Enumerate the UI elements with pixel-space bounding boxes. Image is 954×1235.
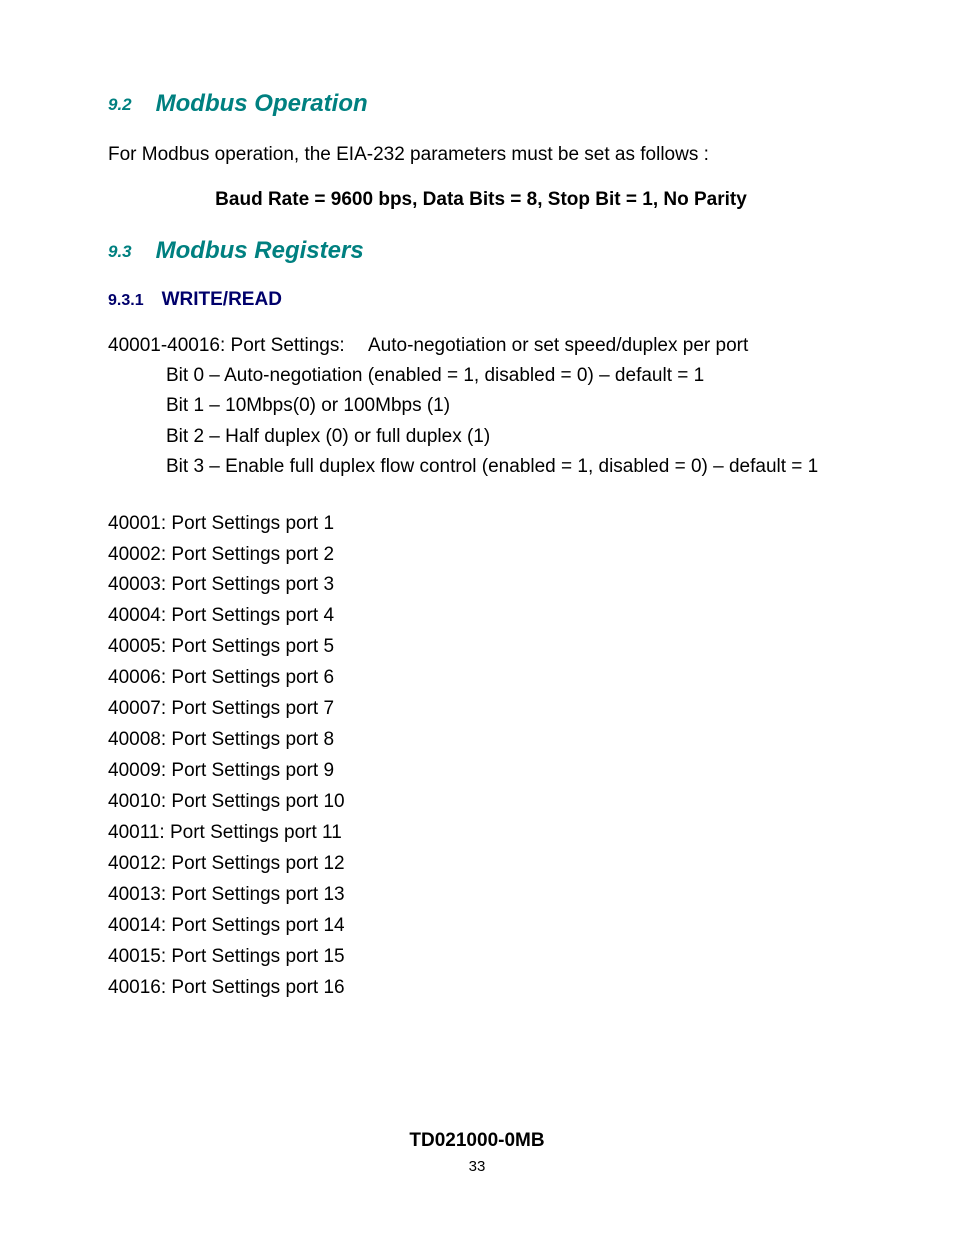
- eia232-parameters: Baud Rate = 9600 bps, Data Bits = 8, Sto…: [108, 189, 854, 211]
- port-register: 40012: Port Settings port 12: [108, 849, 854, 880]
- intro-text: For Modbus operation, the EIA-232 parame…: [108, 142, 854, 169]
- page-number: 33: [0, 1158, 954, 1175]
- port-register: 40003: Port Settings port 3: [108, 570, 854, 601]
- section-title: Modbus Operation: [156, 90, 368, 117]
- port-register: 40014: Port Settings port 14: [108, 911, 854, 942]
- register-range-header: 40001-40016: Port Settings:Auto-negotiat…: [108, 331, 854, 361]
- port-register: 40004: Port Settings port 4: [108, 601, 854, 632]
- bit-definition: Bit 0 – Auto-negotiation (enabled = 1, d…: [166, 361, 854, 391]
- port-register: 40013: Port Settings port 13: [108, 880, 854, 911]
- section-9-3-1-heading: 9.3.1 WRITE/READ: [108, 289, 854, 311]
- bit-definition: Bit 2 – Half duplex (0) or full duplex (…: [166, 422, 854, 452]
- port-register: 40006: Port Settings port 6: [108, 663, 854, 694]
- subsection-number: 9.3.1: [108, 292, 144, 309]
- subsection-title: WRITE/READ: [162, 289, 282, 310]
- port-register: 40007: Port Settings port 7: [108, 694, 854, 725]
- document-page: 9.2 Modbus Operation For Modbus operation…: [0, 0, 954, 1235]
- register-range-label: 40001-40016: Port Settings:: [108, 331, 368, 361]
- section-9-2-heading: 9.2 Modbus Operation: [108, 90, 854, 118]
- document-id: TD021000-0MB: [0, 1130, 954, 1152]
- port-register: 40016: Port Settings port 16: [108, 973, 854, 1004]
- port-register: 40001: Port Settings port 1: [108, 509, 854, 540]
- register-range-desc: Auto-negotiation or set speed/duplex per…: [368, 331, 748, 361]
- port-register: 40005: Port Settings port 5: [108, 632, 854, 663]
- page-footer: TD021000-0MB 33: [0, 1130, 954, 1175]
- section-number: 9.2: [108, 95, 132, 114]
- port-register: 40015: Port Settings port 15: [108, 942, 854, 973]
- bit-definition: Bit 1 – 10Mbps(0) or 100Mbps (1): [166, 391, 854, 421]
- section-number: 9.3: [108, 242, 132, 261]
- port-register: 40009: Port Settings port 9: [108, 756, 854, 787]
- port-register: 40011: Port Settings port 11: [108, 818, 854, 849]
- section-title: Modbus Registers: [156, 237, 364, 264]
- port-register-list: 40001: Port Settings port 1 40002: Port …: [108, 509, 854, 1005]
- bit-definition: Bit 3 – Enable full duplex flow control …: [166, 452, 854, 482]
- port-register: 40002: Port Settings port 2: [108, 540, 854, 571]
- port-register: 40008: Port Settings port 8: [108, 725, 854, 756]
- port-register: 40010: Port Settings port 10: [108, 787, 854, 818]
- section-9-3-heading: 9.3 Modbus Registers: [108, 237, 854, 265]
- register-block: 40001-40016: Port Settings:Auto-negotiat…: [108, 331, 854, 1004]
